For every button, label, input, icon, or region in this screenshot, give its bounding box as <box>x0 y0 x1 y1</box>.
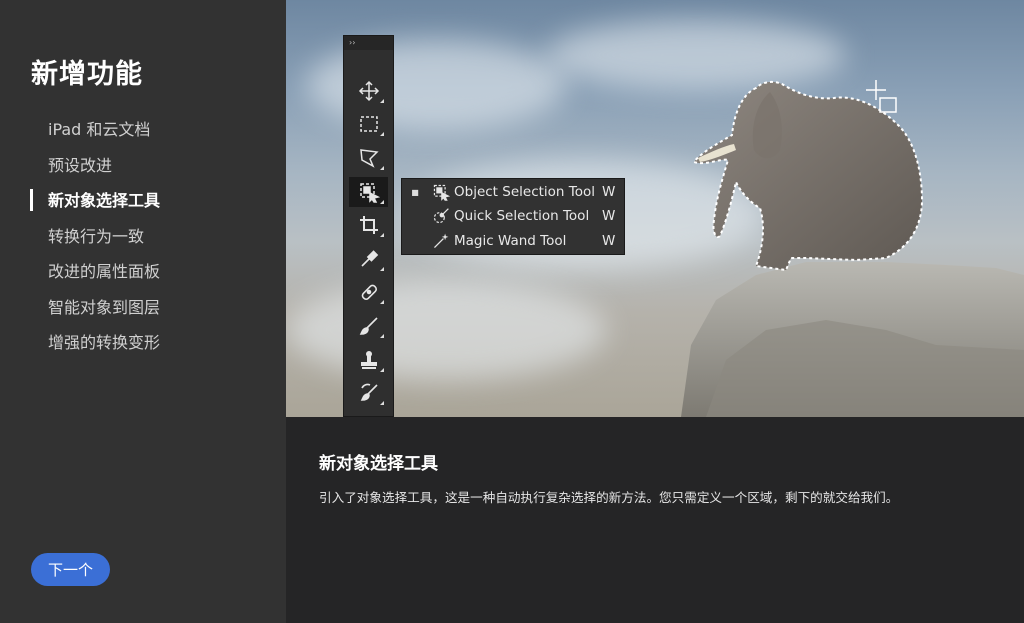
stamp-tool[interactable] <box>349 345 388 375</box>
crop-tool[interactable] <box>349 210 388 240</box>
feature-preview: ›› ■ Object Selection Tool W Quick Selec… <box>286 0 1024 417</box>
marquee-icon <box>359 116 378 132</box>
feature-description: 引入了对象选择工具，这是一种自动执行复杂选择的新方法。您只需定义一个区域，剩下的… <box>319 490 899 505</box>
healing-icon <box>361 284 377 301</box>
lasso-icon <box>359 149 379 168</box>
crop-icon <box>359 216 378 234</box>
tool-flyout-menu: ■ Object Selection Tool W Quick Selectio… <box>401 178 625 255</box>
flyout-item-magic-wand[interactable]: Magic Wand Tool W <box>402 230 624 252</box>
panel-collapse-handle[interactable]: ›› <box>344 36 393 50</box>
next-button[interactable]: 下一个 <box>31 553 110 586</box>
flyout-item-shortcut: W <box>602 184 616 200</box>
sidebar-item-smart-object[interactable]: 智能对象到图层 <box>0 296 286 332</box>
sidebar-item-warp[interactable]: 增强的转换变形 <box>0 331 286 367</box>
sidebar-title: 新增功能 <box>31 59 143 90</box>
magic-wand-icon <box>433 233 449 249</box>
current-tool-mark: ■ <box>411 187 419 197</box>
eyedropper-tool[interactable] <box>349 244 388 274</box>
tools-panel: ›› <box>343 35 394 417</box>
object-selection-tool[interactable] <box>349 177 388 207</box>
flyout-item-label: Object Selection Tool <box>454 184 595 200</box>
sidebar-item-properties[interactable]: 改进的属性面板 <box>0 260 286 296</box>
sidebar: 新增功能 iPad 和云文档 预设改进 新对象选择工具 转换行为一致 改进的属性… <box>0 0 286 623</box>
quick-selection-icon <box>433 208 449 224</box>
history-brush-icon <box>360 383 378 401</box>
sidebar-nav: iPad 和云文档 预设改进 新对象选择工具 转换行为一致 改进的属性面板 智能… <box>0 118 286 367</box>
healing-tool[interactable] <box>349 277 388 307</box>
stamp-icon <box>360 351 377 369</box>
eyedropper-icon <box>360 250 378 267</box>
elephant-body <box>692 80 924 272</box>
brush-tool[interactable] <box>349 311 388 341</box>
sidebar-item-ipad-cloud[interactable]: iPad 和云文档 <box>0 118 286 154</box>
flyout-item-label: Magic Wand Tool <box>454 233 567 249</box>
flyout-item-label: Quick Selection Tool <box>454 208 590 224</box>
flyout-item-object-selection[interactable]: ■ Object Selection Tool W <box>402 181 624 203</box>
brush-icon <box>359 317 378 335</box>
flyout-item-quick-selection[interactable]: Quick Selection Tool W <box>402 205 624 227</box>
elephant-scene <box>681 80 1024 417</box>
feature-title: 新对象选择工具 <box>319 454 438 474</box>
move-tool[interactable] <box>349 76 388 106</box>
marquee-tool[interactable] <box>349 109 388 139</box>
lasso-tool[interactable] <box>349 143 388 173</box>
flyout-item-shortcut: W <box>602 208 616 224</box>
object-selection-icon <box>433 184 450 201</box>
object-selection-icon <box>359 183 380 203</box>
sidebar-item-object-selection[interactable]: 新对象选择工具 <box>0 189 286 225</box>
history-brush-tool[interactable] <box>349 378 388 408</box>
sidebar-item-presets[interactable]: 预设改进 <box>0 154 286 190</box>
feature-info-panel: 新对象选择工具 引入了对象选择工具，这是一种自动执行复杂选择的新方法。您只需定义… <box>286 417 1024 623</box>
sidebar-item-transform[interactable]: 转换行为一致 <box>0 225 286 261</box>
flyout-item-shortcut: W <box>602 233 616 249</box>
move-icon <box>358 80 379 102</box>
